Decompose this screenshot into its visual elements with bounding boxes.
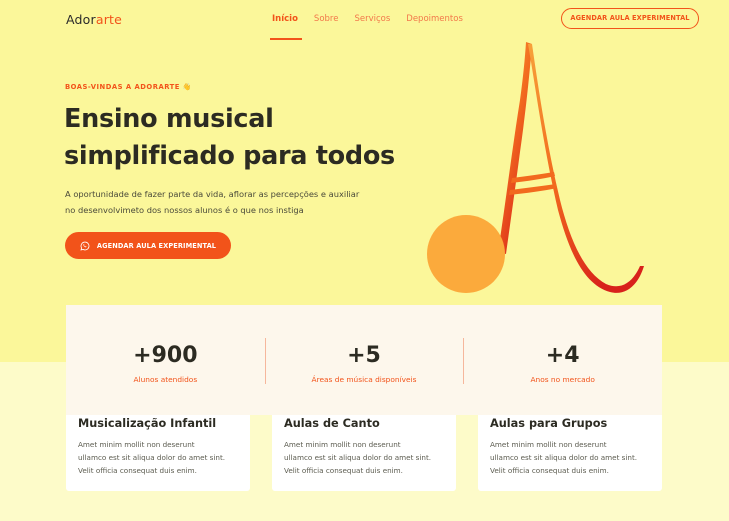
service-card-text-line: ullamco est sit aliqua dolor do amet sin… [78, 453, 226, 462]
nav-schedule-button[interactable]: AGENDAR AULA EXPERIMENTAL [561, 8, 699, 29]
service-card-title: Musicalização Infantil [78, 417, 217, 430]
nav-item-inicio[interactable]: Início [270, 14, 302, 40]
waving-hand-icon: 👋 [182, 83, 192, 91]
stat-areas: +5 Áreas de música disponíveis [264, 305, 464, 415]
stat-years: +4 Anos no mercado [463, 305, 662, 415]
service-card-text-line: Amet minim mollit non deserunt [78, 440, 195, 449]
logo-part-2: arte [95, 12, 123, 27]
nav-item-sobre[interactable]: Sobre [314, 14, 339, 24]
stat-students: +900 Alunos atendidos [66, 305, 265, 415]
service-card-text-line: Velit officia consequat duis enim. [490, 466, 609, 475]
stat-value: +4 [545, 342, 580, 368]
service-card-text: Amet minim mollit non deserunt ullamco e… [284, 438, 444, 477]
service-card-text: Amet minim mollit non deserunt ullamco e… [490, 438, 650, 477]
hero-schedule-button[interactable]: AGENDAR AULA EXPERIMENTAL [65, 232, 231, 259]
hero-description: A oportunidade de fazer parte da vida, a… [65, 187, 405, 218]
service-card-text-line: Amet minim mollit non deserunt [284, 440, 401, 449]
nav-item-servicos[interactable]: Serviços [354, 14, 390, 24]
hero-description-line-1: A oportunidade de fazer parte da vida, a… [65, 189, 360, 199]
service-card-text: Amet minim mollit non deserunt ullamco e… [78, 438, 238, 477]
music-note-letter-a-illustration [427, 42, 644, 293]
service-card-text-line: Velit officia consequat duis enim. [284, 466, 403, 475]
service-card-text-line: ullamco est sit aliqua dolor do amet sin… [284, 453, 432, 462]
nav-item-depoimentos[interactable]: Depoimentos [406, 14, 463, 24]
stat-label: Anos no mercado [530, 374, 595, 384]
stat-label: Áreas de música disponíveis [311, 374, 417, 384]
stat-value: +5 [347, 342, 381, 368]
page-title: Ensino musical simplificado para todos [64, 101, 395, 175]
logo-part-1: Ador [66, 12, 96, 27]
logo[interactable]: Adorarte [66, 12, 122, 27]
stats-card: +900 Alunos atendidos +5 Áreas de música… [66, 305, 662, 415]
whatsapp-icon [80, 241, 90, 251]
eyebrow-text: BOAS-VINDAS A ADORARTE [65, 83, 180, 91]
hero-eyebrow: BOAS-VINDAS A ADORARTE 👋 [65, 83, 192, 91]
hero-schedule-button-label: AGENDAR AULA EXPERIMENTAL [96, 241, 217, 250]
headline-line-1: Ensino musical [64, 104, 274, 134]
service-card-text-line: Amet minim mollit non deserunt [490, 440, 607, 449]
stat-label: Alunos atendidos [133, 374, 198, 384]
service-card-text-line: Velit officia consequat duis enim. [78, 466, 197, 475]
service-card-title: Aulas para Grupos [490, 417, 608, 430]
stat-value: +900 [133, 342, 198, 368]
service-card-title: Aulas de Canto [284, 417, 380, 430]
headline-line-2: simplificado para todos [64, 141, 395, 171]
main-nav: Início Sobre Serviços Depoimentos [270, 14, 479, 40]
service-card-text-line: ullamco est sit aliqua dolor do amet sin… [490, 453, 638, 462]
hero-description-line-2: no desenvolvimeto dos nossos alunos é o … [65, 204, 304, 215]
